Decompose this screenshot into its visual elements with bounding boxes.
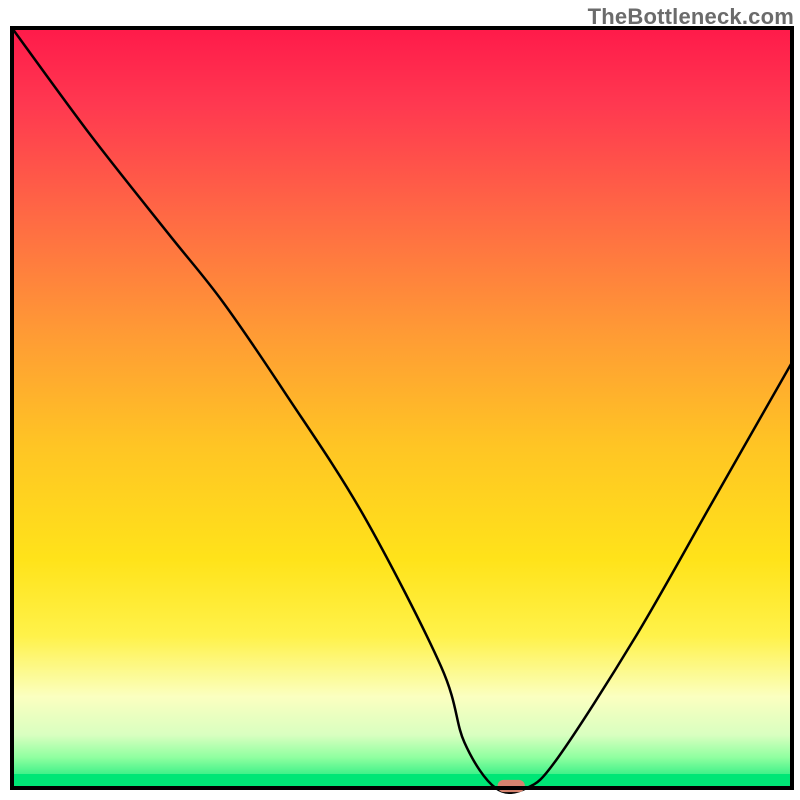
plot-background [12,28,792,788]
bottleneck-chart [0,0,800,800]
plot-area [12,28,792,793]
watermark-text: TheBottleneck.com [588,4,794,30]
green-baseline-strip [12,774,792,788]
